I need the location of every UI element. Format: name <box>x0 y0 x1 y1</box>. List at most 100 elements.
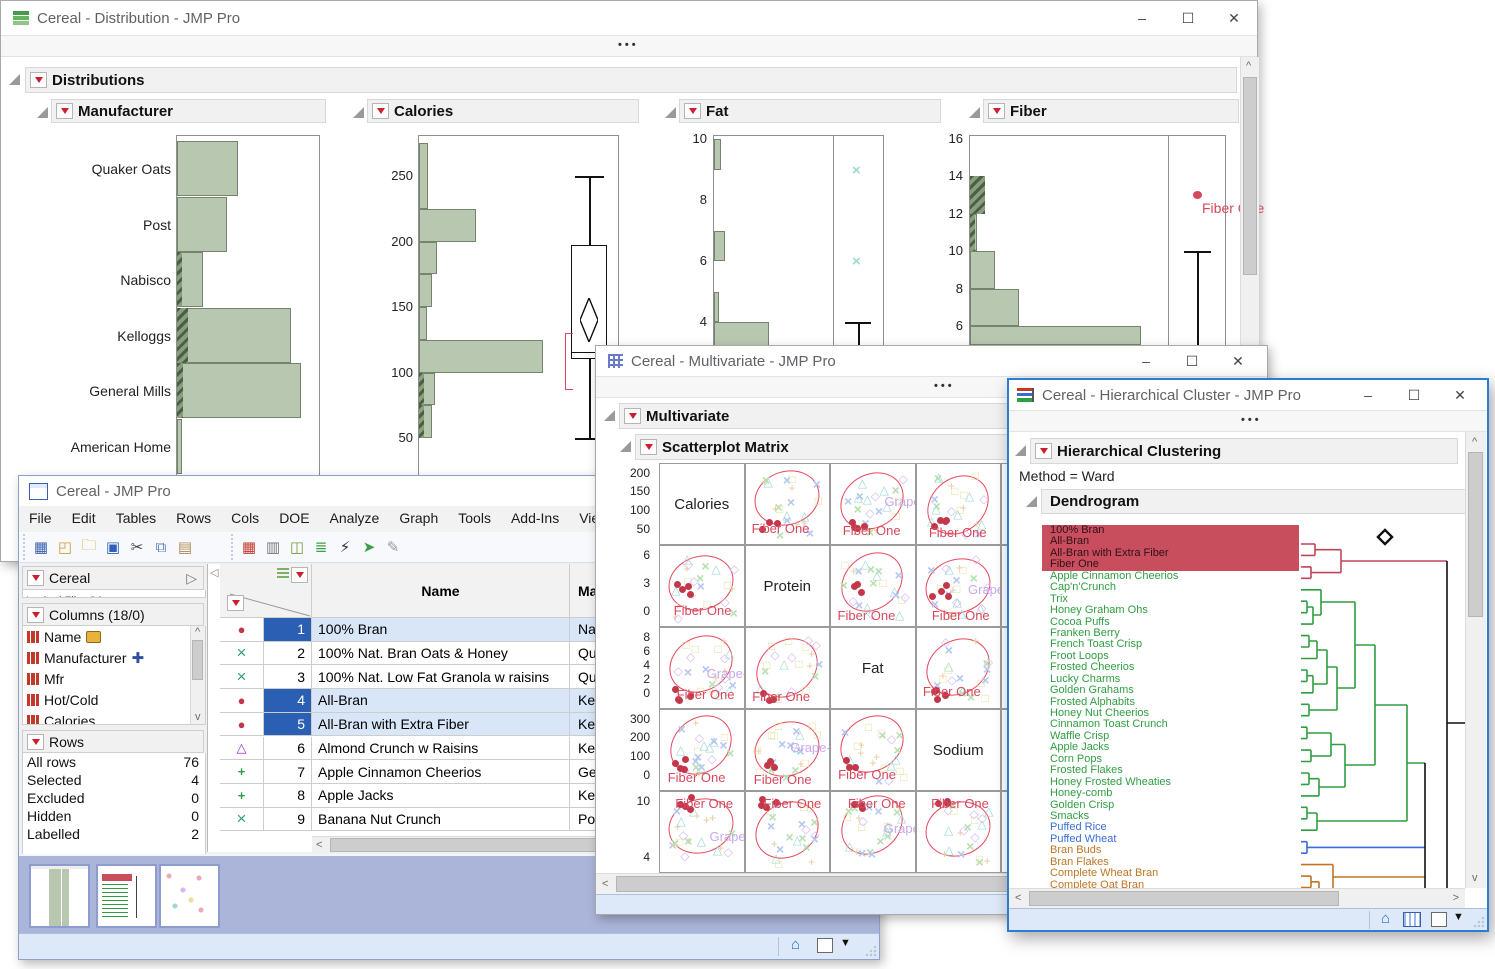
calories-bin-bar[interactable] <box>419 307 427 340</box>
toolbar-fit-y-by-x-button[interactable]: ⚡ <box>334 537 356 557</box>
cluster-collapse-icon[interactable] <box>1015 445 1026 456</box>
dendrogram-leaf-honey-frosted-wheaties[interactable]: Honey Frosted Wheaties <box>1042 777 1299 788</box>
selected-point[interactable] <box>929 593 936 600</box>
matrix-cell-protein-sodium[interactable]: □△×××◇+□×◇□◇+□×△△◇△◇Fiber OneGrape-Nuts <box>916 545 1002 627</box>
matrix-cell-fiber-fat[interactable]: ++××△△×□×□×△△××□×××◇Fiber OneGrape-Nuts <box>830 791 916 873</box>
matrix-cell-sodium-protein[interactable]: ×□+×□×××□×+□×□□△△×□□Fiber OneGrape-Nuts <box>745 709 831 791</box>
panel-expand-arrow[interactable]: ▷ <box>186 570 197 587</box>
fat-bin-bar[interactable] <box>714 231 725 262</box>
minimize-button[interactable]: – <box>1123 346 1169 376</box>
fiber-bin-selected[interactable] <box>970 176 985 213</box>
selected-point[interactable] <box>687 591 694 598</box>
cell-name[interactable]: Apple Jacks <box>312 784 570 808</box>
matrix-diagonal-calories[interactable]: Calories <box>659 463 745 545</box>
cell-name[interactable]: 100% Nat. Low Fat Granola w raisins <box>312 665 570 689</box>
manufacturer-bar-selected[interactable] <box>177 363 183 418</box>
row-number-cell[interactable]: 5 <box>264 713 312 737</box>
home-icon[interactable]: ⌂ <box>791 936 800 953</box>
menu-tools[interactable]: Tools <box>448 506 501 530</box>
scroll-down-arrow[interactable]: v <box>195 712 201 723</box>
toolbar-save-button[interactable]: ▣ <box>102 537 124 557</box>
manufacturer-red-triangle-menu[interactable] <box>56 103 73 119</box>
calories-red-triangle-menu[interactable] <box>372 103 389 119</box>
scatterplot-collapse-icon[interactable] <box>620 441 631 452</box>
selected-point[interactable] <box>764 762 771 769</box>
ribbon-overflow-dots[interactable]: ••• <box>618 39 639 51</box>
minimize-button[interactable]: – <box>1345 380 1391 410</box>
row-state-marker-cell[interactable]: + <box>220 784 264 808</box>
matrix-diagonal-protein[interactable]: Protein <box>745 545 831 627</box>
dendrogram-leaf-corn-pops[interactable]: Corn Pops <box>1042 754 1299 765</box>
fiber-bin-bar[interactable] <box>970 289 1019 326</box>
toolbar-assign-button[interactable]: ➤ <box>358 537 380 557</box>
fat-bin-bar[interactable] <box>714 292 719 323</box>
manufacturer-bar[interactable] <box>177 308 291 363</box>
menu-cols[interactable]: Cols <box>221 506 269 530</box>
scroll-left-arrow[interactable]: < <box>1015 893 1021 904</box>
rows-red-triangle-menu[interactable] <box>291 567 308 583</box>
matrix-diagonal-fat[interactable]: Fat <box>830 627 916 709</box>
cluster-vscrollbar[interactable]: ^ v <box>1465 432 1486 888</box>
ribbon-overflow-dots[interactable]: ••• <box>1241 414 1262 426</box>
row-state-marker-cell[interactable]: × <box>220 808 264 832</box>
scroll-down-arrow[interactable]: v <box>1472 873 1478 884</box>
dendrogram-leaf-puffed-rice[interactable]: Puffed Rice <box>1042 822 1299 833</box>
multivariate-red-triangle-menu[interactable] <box>624 408 641 424</box>
grid-corner-cell[interactable] <box>220 564 312 618</box>
matrix-cell-calories-fat[interactable]: △×△×△++×△×××□◇◇×□△×◇Fiber OneGrape-Nuts <box>830 463 916 545</box>
dendrogram-leaf-cap-n-crunch[interactable]: Cap'n'Crunch <box>1042 582 1299 593</box>
fat-bin-bar[interactable] <box>714 139 721 170</box>
splitter-collapse-arrow[interactable]: ◁ <box>210 566 218 579</box>
status-dropdown-arrow[interactable]: ▼ <box>1453 911 1464 923</box>
row-state-marker-cell[interactable]: ● <box>220 618 264 642</box>
matrix-cell-fat-sodium[interactable]: ◇◇×+××□++◇△□×××××□△□Fiber One <box>916 627 1002 709</box>
matrix-cell-fiber-sodium[interactable]: ◇□△◇×△◇××△□×+□+◇◇×△+Fiber One <box>916 791 1002 873</box>
fat-collapse-icon[interactable] <box>665 105 676 123</box>
selected-point[interactable] <box>858 589 865 596</box>
cell-name[interactable]: 100% Nat. Bran Oats & Honey <box>312 642 570 666</box>
cell-name[interactable]: All-Bran with Extra Fiber <box>312 713 570 737</box>
scroll-left-arrow[interactable]: < <box>602 879 608 890</box>
matrix-cell-fat-calories[interactable]: □+◇×+◇×◇+△□×+◇△×◇□△□Fiber OneGrape-Nuts <box>659 627 745 709</box>
matrix-cell-protein-fat[interactable]: △×△+△△□◇××□×△×□◇×◇××Fiber One <box>830 545 916 627</box>
row-state-marker-cell[interactable]: × <box>220 642 264 666</box>
menu-tables[interactable]: Tables <box>106 506 166 530</box>
matrix-diagonal-sodium[interactable]: Sodium <box>916 709 1002 791</box>
column-item-manufacturer[interactable]: Manufacturer✚ <box>23 647 205 668</box>
row-state-marker-cell[interactable]: ● <box>220 713 264 737</box>
dendrogram-leaf-complete-wheat-bran[interactable]: Complete Wheat Bran <box>1042 868 1299 879</box>
dendrogram-tree[interactable] <box>1297 525 1471 893</box>
distribution-titlebar[interactable]: Cereal - Distribution - JMP Pro – ☐ ✕ <box>1 1 1257 35</box>
dendrogram-leaf-cocoa-puffs[interactable]: Cocoa Puffs <box>1042 617 1299 628</box>
toolbar-open-button[interactable]: 🗀 <box>78 537 100 557</box>
scroll-left-arrow[interactable]: < <box>316 840 322 851</box>
manufacturer-bar-selected[interactable] <box>177 252 182 307</box>
thumbnail-cluster[interactable] <box>96 864 157 928</box>
distributions-red-triangle-menu[interactable] <box>30 72 47 88</box>
status-dropdown-arrow[interactable]: ▼ <box>840 937 851 949</box>
dendrogram-leaf-frosted-flakes[interactable]: Frosted Flakes <box>1042 765 1299 776</box>
row-state-marker-cell[interactable]: ● <box>220 689 264 713</box>
resize-grip[interactable] <box>865 945 877 957</box>
cell-name[interactable]: 100% Bran <box>312 618 570 642</box>
ribbon-overflow-dots[interactable]: ••• <box>934 380 955 392</box>
toolbar-new-data-table-button[interactable]: ▦ <box>30 537 52 557</box>
maximize-button[interactable]: ☐ <box>1169 346 1215 376</box>
matrix-cell-sodium-calories[interactable]: ◇△□++×△×□△△×××◇◇××△×Fiber One <box>659 709 745 791</box>
fiber-red-triangle-menu[interactable] <box>988 103 1005 119</box>
dendrogram-leaf-apple-cinnamon-cheerios[interactable]: Apple Cinnamon Cheerios <box>1042 571 1299 582</box>
dendrogram-labels[interactable]: 100% BranAll-BranAll-Bran with Extra Fib… <box>1042 525 1299 893</box>
menu-graph[interactable]: Graph <box>389 506 448 530</box>
column-item-calories[interactable]: Calories <box>23 710 205 725</box>
dendrogram-leaf-french-toast-crisp[interactable]: French Toast Crisp <box>1042 639 1299 650</box>
cluster-red-triangle-menu[interactable] <box>1035 443 1052 459</box>
calories-bin-bar[interactable] <box>419 143 428 209</box>
row-number-cell[interactable]: 9 <box>264 808 312 832</box>
thumbnail-multivariate[interactable] <box>159 864 220 928</box>
calories-collapse-icon[interactable] <box>353 105 364 123</box>
close-button[interactable]: ✕ <box>1437 380 1483 410</box>
resize-grip[interactable] <box>1473 916 1485 928</box>
dendrogram-leaf-smacks[interactable]: Smacks <box>1042 811 1299 822</box>
matrix-cell-fiber-protein[interactable]: ××△+□+△◇×××□◇×××□×□×Fiber One <box>745 791 831 873</box>
dendrogram-leaf-bran-buds[interactable]: Bran Buds <box>1042 845 1299 856</box>
